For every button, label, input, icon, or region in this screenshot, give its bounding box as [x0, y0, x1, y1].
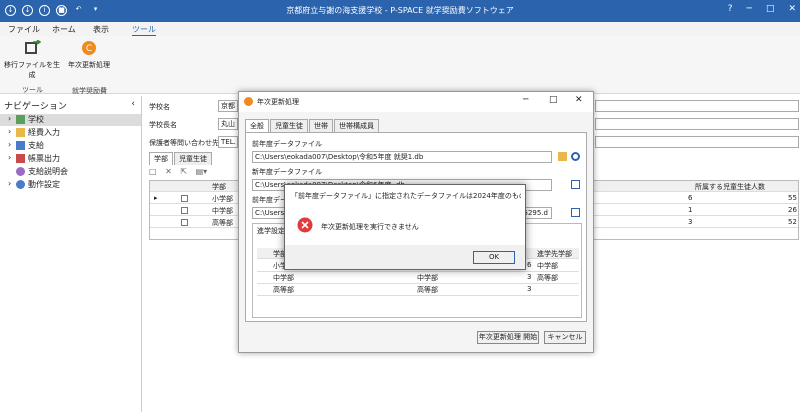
col-dept-header: 学部	[212, 183, 226, 191]
new-icon[interactable]: □	[149, 167, 157, 176]
nav-item-expense[interactable]: › 経費入力	[0, 127, 141, 139]
message-text-1: 「前年度データファイル」に指定されたデータファイルは2024年度のものです。20…	[291, 192, 521, 200]
tab-general[interactable]: 全般	[245, 119, 269, 132]
contact-field[interactable]: TEL.	[218, 136, 238, 148]
message-text-2: 年次更新処理を実行できません	[321, 223, 419, 231]
school-tabs: 学部 児童生徒	[149, 152, 213, 165]
row-left: 3	[688, 218, 693, 226]
ribbon-group-tools: ツール	[22, 86, 43, 94]
close-button[interactable]: ✕	[788, 4, 796, 14]
row-right: 55	[788, 194, 797, 202]
error-message-box: 「前年度データファイル」に指定されたデータファイルは2024年度のものです。20…	[284, 184, 526, 270]
report-icon	[16, 154, 25, 163]
promotion-row[interactable]: 中学部 中学部 3 高等部	[257, 272, 579, 284]
delete-icon[interactable]: ✕	[165, 167, 172, 176]
tab-students[interactable]: 児童生徒	[174, 152, 212, 165]
school-name-label: 学校名	[149, 103, 170, 111]
window-title: 京都府立与謝の海支援学校 - P-SPACE 就学奨励費ソフトウェア	[286, 6, 514, 15]
cancel-button[interactable]: キャンセル	[544, 331, 586, 344]
row-dept: 小学部	[212, 195, 233, 203]
folder-browse-icon[interactable]	[558, 152, 567, 161]
row-checkbox[interactable]	[181, 195, 188, 202]
window-controls: ? ─ □ ✕	[728, 4, 796, 14]
new-file-label: 新年度データファイル	[252, 168, 322, 176]
folder-icon	[16, 128, 25, 137]
save-file-icon[interactable]	[571, 180, 580, 189]
annual-update-button[interactable]: C 年次更新処理	[64, 40, 114, 70]
principal-label: 学校長名	[149, 121, 177, 129]
ribbon: 移行ファイルを生成 C 年次更新処理 ツール 就学奨励費	[0, 36, 800, 95]
row-right: 52	[788, 218, 797, 226]
grid-toolbar: □ ✕ ⇱ ▤▾	[149, 167, 239, 179]
dialog-close-button[interactable]: ✕	[575, 95, 583, 105]
ok-button[interactable]: OK	[473, 251, 515, 264]
school-name-field[interactable]: 京都	[218, 100, 238, 112]
nav-header: ナビゲーション	[4, 102, 67, 112]
help-icon[interactable]: ?	[728, 4, 733, 14]
row-checkbox[interactable]	[181, 219, 188, 226]
message-footer: OK	[285, 245, 525, 269]
row-dept: 中学部	[212, 207, 233, 215]
dialog-tabs: 全般 児童生徒 世帯 世帯構成員	[245, 119, 380, 132]
contact-label: 保護者等問い合わせ先	[149, 139, 219, 147]
collapse-icon[interactable]: ‹	[131, 99, 135, 109]
dialog-title: 年次更新処理	[257, 98, 299, 106]
search-icon	[16, 167, 25, 176]
tab-department[interactable]: 学部	[149, 152, 173, 165]
dialog-app-icon	[244, 97, 253, 106]
ribbon-group-scholarship: 就学奨励費	[72, 87, 107, 95]
menu-bar: ファイル ホーム 表示 ツール	[0, 22, 800, 37]
school-icon	[16, 115, 25, 124]
dialog-title-bar: 年次更新処理 ─ □ ✕	[239, 92, 593, 112]
nav-item-school[interactable]: › 学校	[0, 114, 141, 126]
svg-text:C: C	[86, 44, 92, 54]
navigation-pane: ナビゲーション ‹ › 学校 › 経費入力 › 支給 › 帳票出力 支給説明会 › 動作設…	[0, 96, 142, 412]
col-students-header: 所属する児童生徒人数	[695, 183, 765, 191]
prev-file-label: 前年度データファイル	[252, 140, 322, 148]
row-checkbox[interactable]	[181, 207, 188, 214]
nav-item-report[interactable]: › 帳票出力	[0, 153, 141, 165]
gear-icon	[16, 180, 25, 189]
nav-item-briefing[interactable]: 支給説明会	[0, 166, 141, 178]
row-right: 26	[788, 206, 797, 214]
export-grid-icon[interactable]: ⇱	[180, 167, 187, 176]
copy-icon[interactable]: ▤▾	[196, 167, 208, 176]
export-file-button[interactable]: 移行ファイルを生成	[4, 39, 60, 80]
save-file-icon-2[interactable]	[571, 208, 580, 217]
menu-file[interactable]: ファイル	[8, 24, 40, 35]
error-icon	[297, 217, 313, 233]
start-update-button[interactable]: 年次更新処理 開始	[477, 331, 539, 344]
row-indicator-icon: ▸	[154, 194, 158, 202]
principal-field[interactable]: 丸山	[218, 118, 238, 130]
search-icon[interactable]	[571, 152, 580, 161]
maximize-button[interactable]: □	[766, 4, 775, 14]
prev-file-field[interactable]: C:\Users\eokada007\Desktop\令和5年度 就奨1.db	[252, 151, 552, 163]
row-left: 6	[688, 194, 693, 202]
promotion-row[interactable]: 高等部 高等部 3	[257, 284, 579, 296]
minimize-button[interactable]: ─	[747, 4, 752, 14]
tab-household-members[interactable]: 世帯構成員	[334, 119, 379, 132]
calendar-icon	[16, 141, 25, 150]
export-icon	[23, 39, 42, 56]
refresh-icon: C	[80, 40, 98, 56]
nav-item-payment[interactable]: › 支給	[0, 140, 141, 152]
row-dept: 高等部	[212, 219, 233, 227]
third-file-label: 前年度デー	[252, 196, 287, 204]
row-left: 1	[688, 206, 693, 214]
promotion-label: 進学設定	[257, 227, 285, 235]
promo-col-target: 進学先学部	[537, 250, 572, 258]
export-file-label: 移行ファイルを生成	[4, 61, 60, 79]
principal-field-right[interactable]	[595, 118, 799, 130]
menu-view[interactable]: 表示	[93, 24, 109, 35]
menu-home[interactable]: ホーム	[52, 24, 76, 35]
annual-update-label: 年次更新処理	[68, 61, 110, 69]
school-name-field-right[interactable]	[595, 100, 799, 112]
title-bar: ↓ ↓ i ■ ↶ ▾ 京都府立与謝の海支援学校 - P-SPACE 就学奨励費…	[0, 0, 800, 22]
nav-item-settings[interactable]: › 動作設定	[0, 179, 141, 191]
dialog-minimize-button[interactable]: ─	[523, 95, 528, 105]
tab-dialog-students[interactable]: 児童生徒	[270, 119, 308, 132]
contact-field-right[interactable]	[595, 136, 799, 148]
dialog-maximize-button[interactable]: □	[549, 95, 558, 105]
tab-household[interactable]: 世帯	[309, 119, 333, 132]
